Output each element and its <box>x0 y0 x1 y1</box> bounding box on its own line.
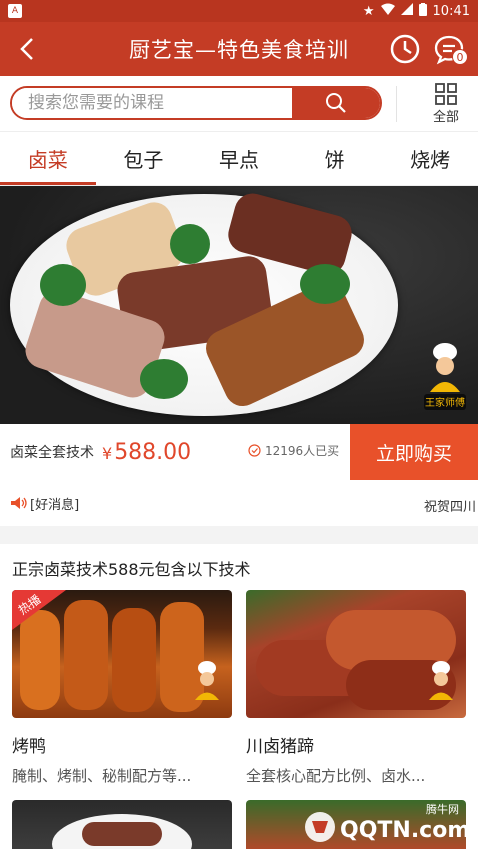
tab-shaokao[interactable]: 烧烤 <box>382 132 478 185</box>
page-title: 厨艺宝—特色美食培训 <box>129 38 349 62</box>
buy-now-button[interactable]: 立即购买 <box>350 424 478 480</box>
pig-trotter-image <box>246 590 466 718</box>
buyers-count: 12196人已买 <box>248 442 339 459</box>
section-title: 正宗卤菜技术588元包含以下技术 <box>12 560 251 579</box>
section-gap <box>0 526 478 544</box>
app-header: 厨艺宝—特色美食培训 0 <box>0 22 478 76</box>
tab-zaodian[interactable]: 早点 <box>191 132 287 185</box>
product-banner[interactable]: 王家师傅 <box>0 186 478 424</box>
product-price: ¥588.00 <box>102 440 191 465</box>
chef-logo-icon <box>195 661 219 700</box>
grid-icon <box>435 83 457 105</box>
buyers-text: 12196人已买 <box>265 444 340 458</box>
message-badge: 0 <box>452 49 468 65</box>
status-time: 10:41 <box>432 3 470 19</box>
wifi-icon <box>380 3 395 19</box>
product-info-bar: 卤菜全套技术 ¥588.00 12196人已买 立即购买 <box>0 424 478 480</box>
watermark-site: QQTN.com <box>340 818 468 843</box>
notice-label: [好消息] <box>30 497 80 513</box>
watermark-brand: 腾牛网 <box>426 802 459 816</box>
currency-symbol: ¥ <box>102 443 113 463</box>
course-card[interactable]: 川卤猪蹄 全套核心配方比例、卤水... <box>246 590 466 786</box>
all-categories-button[interactable]: 全部 <box>418 82 474 130</box>
course-image <box>12 800 232 849</box>
speaker-icon <box>11 497 27 509</box>
brand-logo: 王家师傅 <box>422 342 468 412</box>
course-desc: 腌制、烤制、秘制配方等... <box>12 767 192 785</box>
search-icon <box>326 93 346 113</box>
site-watermark: 腾牛网 QQTN.com <box>298 799 470 845</box>
course-card[interactable]: 热播 烤鸭 腌制、烤制、秘制配方等... <box>12 590 232 786</box>
notice-scroll-text: 祝贺四川 <box>423 500 476 515</box>
course-name: 川卤猪蹄 <box>246 737 314 757</box>
app-notification-icon: A <box>8 4 22 18</box>
battery-icon <box>418 2 427 20</box>
all-label: 全部 <box>432 110 459 125</box>
chevron-left-icon <box>20 38 33 60</box>
product-name: 卤菜全套技术 <box>10 445 94 461</box>
tab-baozi[interactable]: 包子 <box>96 132 192 185</box>
back-button[interactable] <box>12 34 42 64</box>
history-button[interactable] <box>388 32 422 66</box>
status-bar: A ★ 10:41 <box>0 0 478 22</box>
check-circle-icon <box>248 444 261 457</box>
svg-text:王家师傅: 王家师傅 <box>425 396 465 409</box>
food-plate-image <box>10 189 398 416</box>
signal-icon <box>400 3 413 19</box>
search-button[interactable] <box>292 88 380 118</box>
search-row: 全部 <box>0 76 478 132</box>
chef-logo-icon <box>429 661 453 700</box>
notice-bar[interactable]: [好消息] 祝贺四川 <box>0 480 478 526</box>
category-tabs: 卤菜 包子 早点 饼 烧烤 <box>0 132 478 186</box>
search-input[interactable] <box>12 88 292 118</box>
divider <box>396 86 397 122</box>
course-desc: 全套核心配方比例、卤水... <box>246 767 426 785</box>
search-bar <box>10 86 382 120</box>
course-name: 烤鸭 <box>12 737 46 757</box>
roast-duck-image: 热播 <box>12 590 232 718</box>
hot-ribbon-icon: 热播 <box>12 590 66 630</box>
course-card[interactable] <box>12 800 232 849</box>
star-icon: ★ <box>362 3 375 19</box>
clock-icon <box>390 34 420 64</box>
tab-luwei[interactable]: 卤菜 <box>0 132 96 185</box>
tab-bing[interactable]: 饼 <box>287 132 383 185</box>
price-value: 588.00 <box>114 439 192 465</box>
